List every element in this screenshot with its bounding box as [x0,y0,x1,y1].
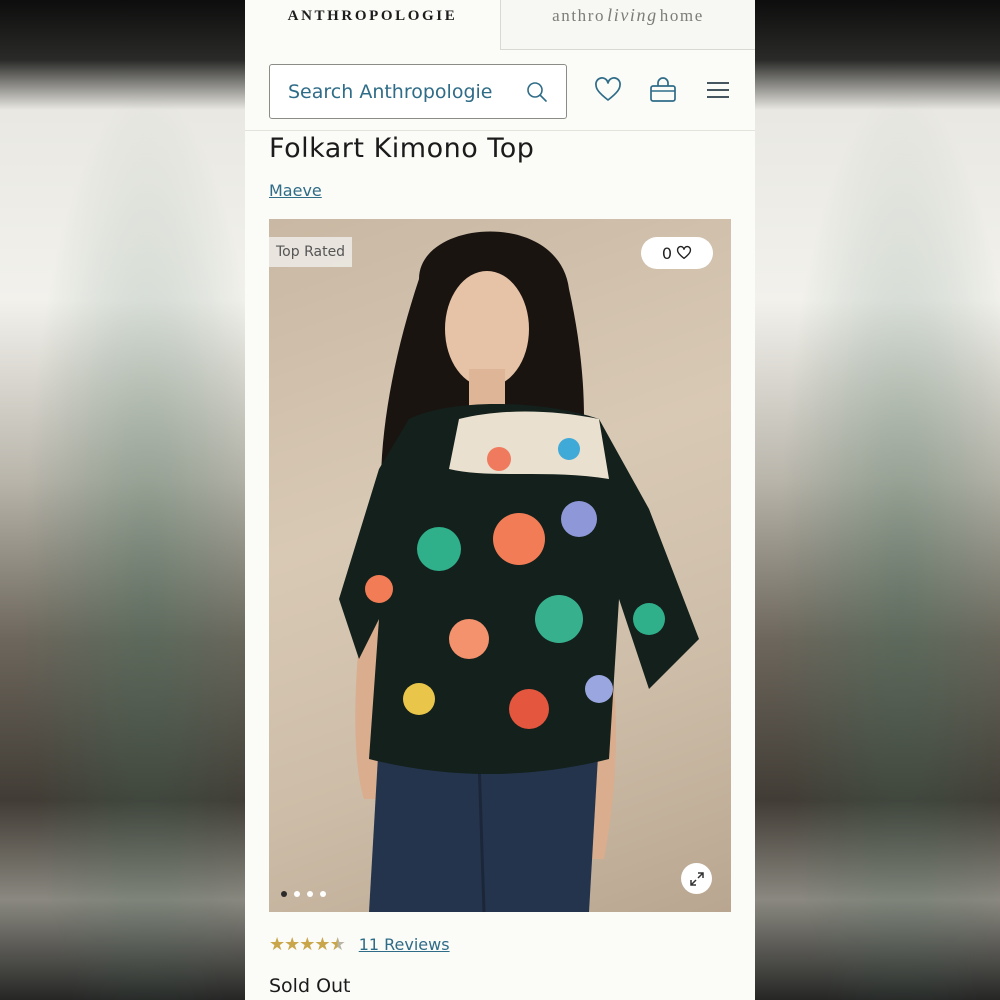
star-icon: ★ [314,934,330,955]
search-input[interactable] [288,65,518,118]
tab-home-script: living [607,5,658,25]
header-bar [245,50,755,131]
carousel-dot[interactable] [294,891,300,897]
expand-icon [689,871,704,886]
star-icon: ★ [329,934,346,955]
search-icon[interactable] [526,81,548,103]
reviews-link[interactable]: 11 Reviews [359,935,450,954]
star-icon: ★ [284,934,300,955]
availability-status: Sold Out [269,975,351,997]
product-image[interactable]: Top Rated 0 [269,219,731,912]
search-box [269,64,567,119]
brand-tabs: ANTHROPOLOGIE anthro living home [245,0,755,50]
background-blur-left [0,0,245,1000]
tab-anthro-living-home[interactable]: anthro living home [500,0,755,50]
rating-stars: ★★★★★ [269,934,346,955]
product-title: Folkart Kimono Top [269,133,535,164]
star-icon: ★ [299,934,315,955]
rating-row: ★★★★★ 11 Reviews [269,934,450,955]
heart-icon[interactable] [593,75,623,105]
tab-home-suffix: home [659,5,704,25]
wishlist-count-button[interactable]: 0 [641,237,713,269]
menu-icon[interactable] [703,75,733,105]
mobile-page: ANTHROPOLOGIE anthro living home Search … [245,0,755,1000]
carousel-dot[interactable] [281,891,287,897]
expand-image-button[interactable] [681,863,712,894]
top-rated-badge: Top Rated [269,237,353,267]
bag-icon[interactable] [648,75,678,105]
wishlist-count: 0 [661,243,673,263]
tab-anthropologie[interactable]: ANTHROPOLOGIE [245,0,500,50]
heart-icon [677,245,692,260]
carousel-dot[interactable] [307,891,313,897]
brand-link[interactable]: Maeve [269,181,322,200]
tab-home-prefix: anthro [552,5,606,25]
background-blur-right [755,0,1000,1000]
tab-anthropologie-label: ANTHROPOLOGIE [287,7,458,24]
carousel-dot[interactable] [320,891,326,897]
model-photo [339,231,699,912]
carousel-dots [281,891,326,897]
star-icon: ★ [269,934,285,955]
